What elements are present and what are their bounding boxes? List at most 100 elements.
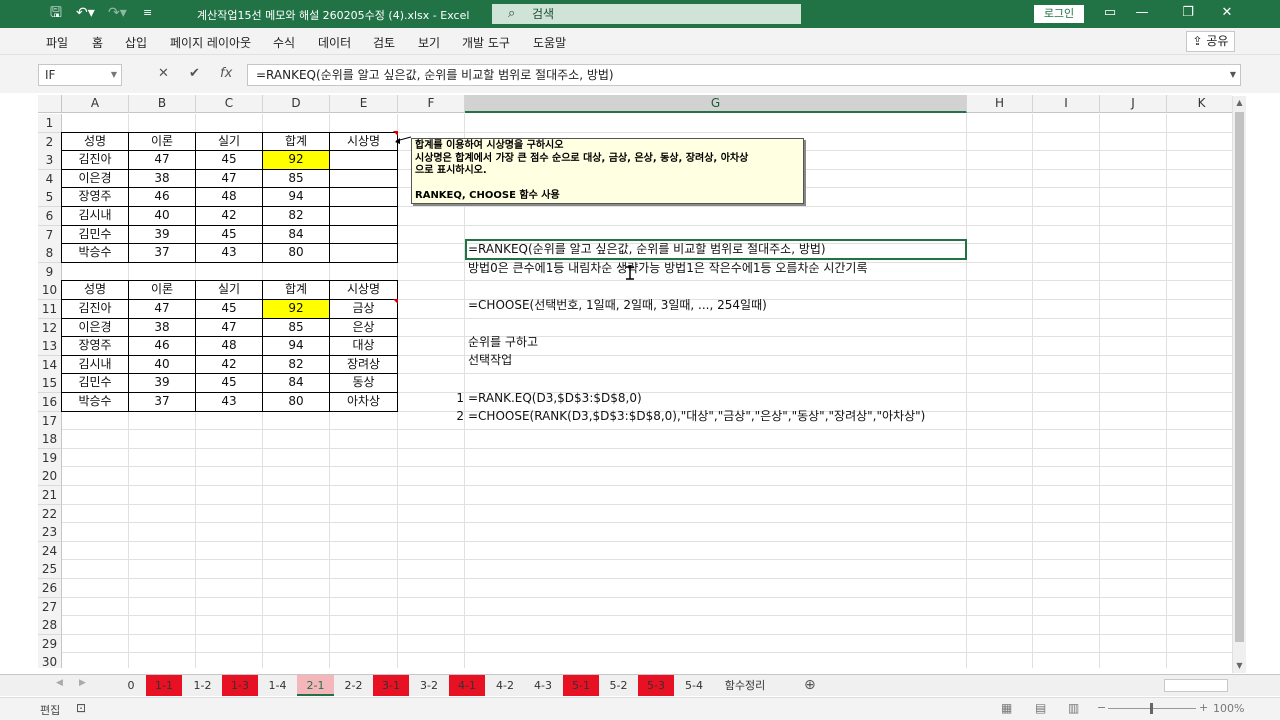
table2-cell-practical[interactable]: 45 — [195, 373, 263, 393]
menu-help[interactable]: 도움말 — [533, 34, 566, 51]
column-header-d[interactable]: D — [263, 95, 330, 113]
sheet-tab-4-1[interactable]: 4-1 — [449, 675, 485, 696]
table2-cell-name[interactable]: 김시내 — [61, 354, 129, 375]
step-number-2[interactable]: 2 — [448, 408, 464, 426]
sheet-tab-5-4[interactable]: 5-4 — [676, 675, 712, 696]
row-header-27[interactable]: 27 — [38, 597, 62, 617]
table1-cell-total[interactable]: 92 — [262, 150, 330, 170]
tab-scroll-right-icon[interactable]: ▶ — [79, 678, 86, 688]
save-icon[interactable]: 🖫 — [50, 5, 62, 21]
table2-cell-award[interactable]: 아차상 — [329, 392, 398, 412]
table2-cell-theory[interactable]: 40 — [128, 354, 196, 375]
row-header-24[interactable]: 24 — [38, 541, 62, 561]
scroll-down-icon[interactable]: ▼ — [1233, 659, 1246, 673]
table2-cell-total[interactable]: 85 — [262, 317, 330, 338]
sheet-tab-1-4[interactable]: 1-4 — [259, 675, 296, 696]
table1-cell-total[interactable]: 94 — [262, 187, 330, 207]
sheet-tab-1-3[interactable]: 1-3 — [222, 675, 258, 696]
sheet-tab-4-3[interactable]: 4-3 — [525, 675, 561, 696]
tab-scroll-left-icon[interactable]: ◀ — [56, 678, 63, 688]
macro-record-icon[interactable]: ⊡ — [76, 701, 86, 715]
table2-cell-award[interactable]: 대상 — [329, 336, 398, 356]
formula-input[interactable]: =RANKEQ(순위를 알고 싶은값, 순위를 비교할 범위로 절대주소, 방법… — [247, 64, 1241, 86]
table2-cell-total[interactable]: 80 — [262, 392, 330, 412]
row-header-26[interactable]: 26 — [38, 579, 62, 598]
sheet-tab-2-1[interactable]: 2-1 — [297, 675, 334, 696]
sheet-tab-5-1[interactable]: 5-1 — [563, 675, 599, 696]
step1-cell[interactable]: 순위를 구하고 — [468, 334, 538, 352]
table1-cell-name[interactable]: 박승수 — [61, 243, 129, 263]
menu-insert[interactable]: 삽입 — [125, 34, 147, 51]
method-note-cell[interactable]: 방법0은 큰수에1등 내림차순 생략가능 방법1은 작은수에1등 오름차순 시간… — [468, 260, 867, 278]
table2-cell-total[interactable]: 94 — [262, 336, 330, 356]
row-header-25[interactable]: 25 — [38, 560, 62, 580]
sheet-tab-5-2[interactable]: 5-2 — [600, 675, 637, 696]
login-button[interactable]: 로그인 — [1034, 5, 1084, 23]
sheet-tab-5-3[interactable]: 5-3 — [638, 675, 674, 696]
table2-cell-name[interactable]: 김민수 — [61, 373, 129, 393]
menu-page-layout[interactable]: 페이지 레이아웃 — [170, 34, 251, 51]
table1-cell-theory[interactable]: 38 — [128, 168, 196, 189]
sheet-tab-0[interactable]: 0 — [119, 675, 143, 696]
table2-cell-award[interactable]: 금상 — [329, 299, 398, 319]
column-header-f[interactable]: F — [398, 95, 465, 113]
table2-cell-total[interactable]: 82 — [262, 354, 330, 375]
table2-cell-name[interactable]: 김진아 — [61, 299, 129, 319]
maximize-icon[interactable]: ❐ — [1178, 5, 1198, 20]
row-header-16[interactable]: 16 — [38, 393, 62, 412]
insert-function-icon[interactable]: fx — [220, 66, 232, 81]
table1-cell-theory[interactable]: 39 — [128, 224, 196, 245]
name-box[interactable]: IF ▼ — [38, 64, 122, 86]
column-header-e[interactable]: E — [330, 95, 398, 113]
table1-cell-award[interactable] — [329, 243, 398, 263]
row-header-22[interactable]: 22 — [38, 504, 62, 524]
choose-syntax-cell[interactable]: =CHOOSE(선택번호, 1일때, 2일때, 3일때, ..., 254일때) — [468, 297, 767, 315]
row-header-28[interactable]: 28 — [38, 616, 62, 636]
row-header-6[interactable]: 6 — [38, 207, 62, 226]
table2-cell-practical[interactable]: 43 — [195, 392, 263, 412]
row-header-21[interactable]: 21 — [38, 486, 62, 505]
table1-cell-name[interactable]: 김진아 — [61, 150, 129, 170]
enter-icon[interactable]: ✔ — [189, 66, 200, 81]
table2-cell-theory[interactable]: 47 — [128, 299, 196, 319]
table2-header-practical[interactable]: 실기 — [195, 280, 263, 300]
row-header-19[interactable]: 19 — [38, 448, 62, 468]
table1-header-name[interactable]: 성명 — [61, 131, 129, 152]
menu-developer[interactable]: 개발 도구 — [462, 34, 510, 51]
zoom-slider-thumb[interactable] — [1150, 703, 1153, 714]
row-header-17[interactable]: 17 — [38, 411, 62, 431]
row-header-8[interactable]: 8 — [38, 244, 62, 264]
sheet-tab-3-2[interactable]: 3-2 — [411, 675, 447, 696]
table1-header-award[interactable]: 시상명 — [329, 131, 398, 152]
row-header-7[interactable]: 7 — [38, 225, 62, 245]
sheet-tab-2-2[interactable]: 2-2 — [335, 675, 372, 696]
close-icon[interactable]: ✕ — [1217, 5, 1237, 20]
table1-cell-award[interactable] — [329, 150, 398, 170]
table2-cell-theory[interactable]: 46 — [128, 336, 196, 356]
table1-header-practical[interactable]: 실기 — [195, 131, 263, 152]
editing-formula-cell[interactable]: =RANKEQ(순위를 알고 싶은값, 순위를 비교할 범위로 절대주소, 방법… — [468, 241, 826, 259]
row-header-14[interactable]: 14 — [38, 355, 62, 375]
table2-cell-award[interactable]: 장려상 — [329, 354, 398, 375]
vertical-scrollbar[interactable]: ▲ ▼ — [1232, 96, 1246, 673]
column-header-j[interactable]: J — [1100, 95, 1167, 113]
customize-icon[interactable]: ≡ — [143, 5, 152, 21]
table2-cell-name[interactable]: 박승수 — [61, 392, 129, 412]
table2-cell-theory[interactable]: 39 — [128, 373, 196, 393]
table1-cell-total[interactable]: 85 — [262, 168, 330, 189]
table1-cell-award[interactable] — [329, 168, 398, 189]
table1-header-theory[interactable]: 이론 — [128, 131, 196, 152]
table1-cell-total[interactable]: 82 — [262, 206, 330, 226]
column-header-a[interactable]: A — [62, 95, 129, 113]
normal-view-icon[interactable]: ▦ — [1001, 701, 1012, 715]
table2-header-total[interactable]: 합계 — [262, 280, 330, 300]
table2-cell-total[interactable]: 84 — [262, 373, 330, 393]
table2-cell-name[interactable]: 이은경 — [61, 317, 129, 338]
table1-cell-name[interactable]: 김시내 — [61, 206, 129, 226]
row-header-2[interactable]: 2 — [38, 132, 62, 152]
menu-data[interactable]: 데이터 — [318, 34, 351, 51]
row-header-9[interactable]: 9 — [38, 262, 62, 282]
row-header-4[interactable]: 4 — [38, 169, 62, 189]
zoom-level[interactable]: 100% — [1213, 702, 1244, 715]
sheet-tab-4-2[interactable]: 4-2 — [487, 675, 523, 696]
